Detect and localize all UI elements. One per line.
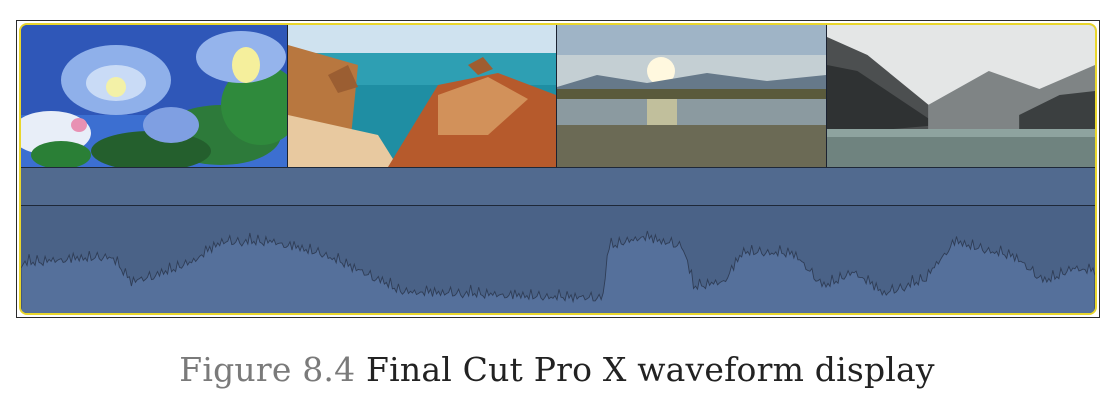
figure-caption: Figure 8.4 Final Cut Pro X waveform disp… bbox=[0, 350, 1114, 389]
figure-label: Figure 8.4 bbox=[179, 350, 356, 389]
mountain-lake-image bbox=[827, 25, 1095, 167]
audio-waveform bbox=[21, 206, 1095, 313]
flowers-image bbox=[21, 25, 287, 167]
figure-text: Final Cut Pro X waveform display bbox=[366, 350, 935, 389]
video-filmstrip bbox=[21, 25, 1095, 167]
thumbnail-flowers bbox=[21, 25, 288, 167]
selected-clip[interactable] bbox=[19, 23, 1097, 315]
lake-sunset-image bbox=[557, 25, 826, 167]
thumbnail-lake-sunset bbox=[557, 25, 827, 167]
timeline-clip[interactable] bbox=[16, 20, 1100, 318]
thumbnail-coast bbox=[288, 25, 557, 167]
waveform-graphic bbox=[21, 206, 1095, 313]
thumbnail-mountain-lake bbox=[827, 25, 1095, 167]
coast-image bbox=[288, 25, 556, 167]
audio-track-header bbox=[21, 168, 1095, 205]
